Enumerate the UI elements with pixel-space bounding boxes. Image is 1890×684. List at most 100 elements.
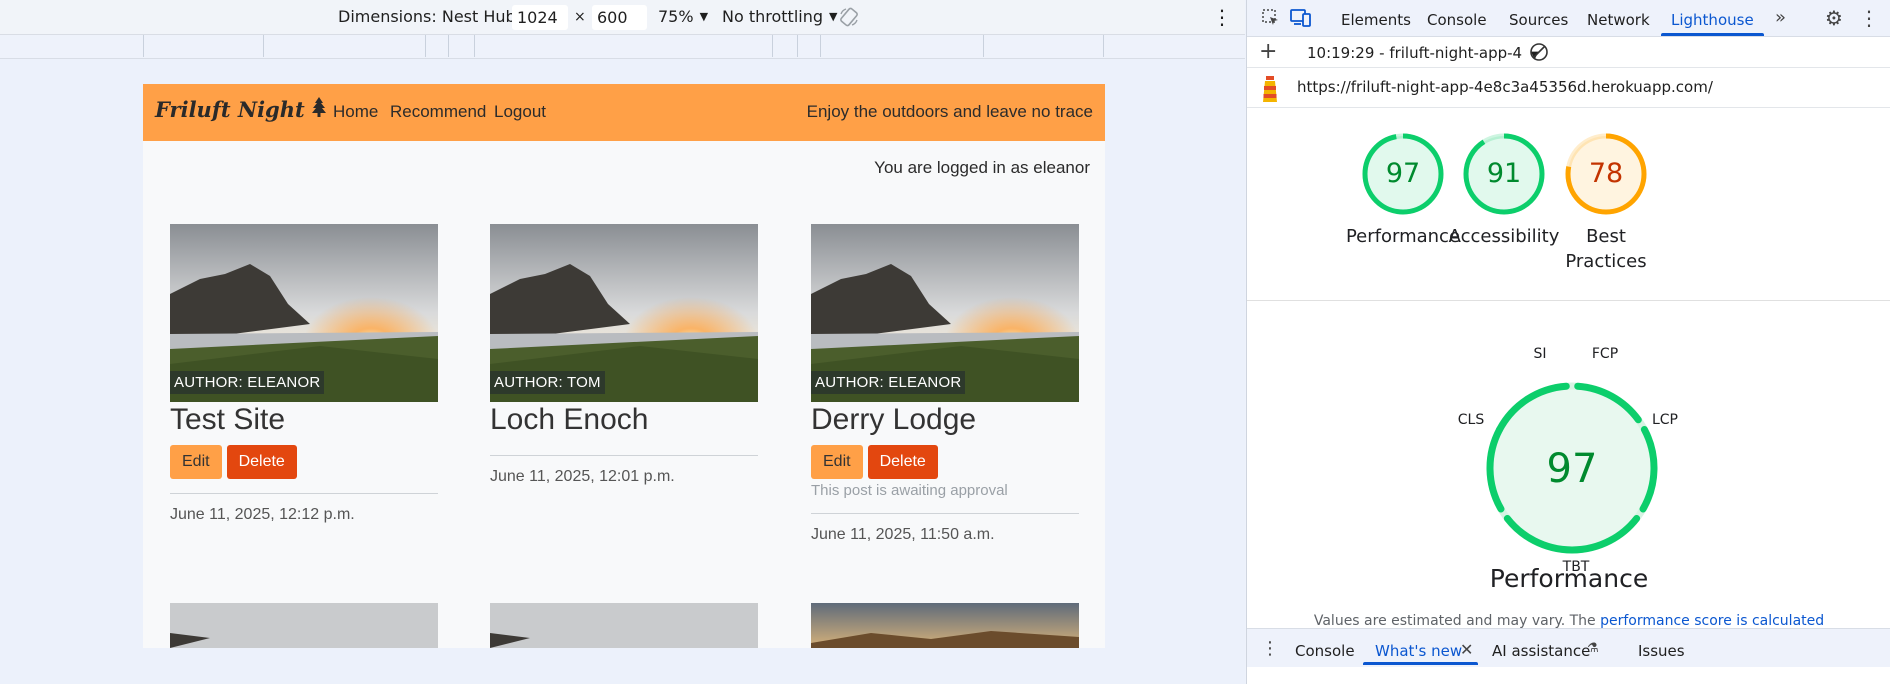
clear-icon[interactable] (1529, 42, 1549, 67)
score-note-text: Values are estimated and may vary. The (1313, 613, 1596, 628)
performance-gauge-chart: 97SI FCPLCPTBTCLS (1458, 346, 1678, 575)
tab-elements[interactable]: Elements (1341, 11, 1411, 29)
devtools-tabbar: Elements Console Sources Network Lightho… (1247, 0, 1890, 37)
post-image[interactable] (811, 603, 1079, 648)
rotate-icon[interactable] (838, 6, 860, 28)
divider (490, 455, 758, 456)
post-image[interactable]: AUTHOR: ELEANOR (811, 224, 1079, 402)
tab-console[interactable]: Console (1427, 11, 1487, 29)
inspect-element-icon[interactable] (1261, 8, 1281, 33)
post-image[interactable]: AUTHOR: ELEANOR (170, 224, 438, 402)
author-badge: AUTHOR: TOM (490, 371, 605, 394)
audited-url[interactable]: https://friluft-night-app-4e8c3a45356d.h… (1297, 78, 1713, 96)
ruler-mark (772, 35, 773, 57)
drawer-tab-whats-new[interactable]: What's new (1375, 642, 1462, 660)
more-options-icon[interactable]: ⋮ (1212, 5, 1232, 29)
device-emulation-area: Dimensions: Nest Hub ▼ 1024 × 600 75% ▼ … (0, 0, 1245, 684)
settings-gear-icon[interactable]: ⚙ (1825, 6, 1843, 30)
active-tab-indicator (1661, 33, 1764, 36)
edit-button[interactable]: Edit (811, 445, 863, 479)
ruler-mark (448, 35, 449, 57)
nav-home-link[interactable]: Home (333, 102, 378, 122)
drawer-content (1247, 667, 1890, 684)
width-input[interactable]: 1024 (512, 5, 568, 30)
score-calculation-link[interactable]: performance score is calculated (1600, 613, 1824, 628)
section-divider (1247, 300, 1890, 301)
devtools-drawer: ⋮ Console What's new ✕ AI assistance ⚗ I… (1247, 628, 1890, 684)
edit-button[interactable]: Edit (170, 445, 222, 479)
post-image[interactable]: AUTHOR: TOM (490, 224, 758, 402)
plus-icon[interactable]: + (1259, 39, 1277, 64)
approval-status: This post is awaiting approval (811, 482, 1008, 499)
score-note: Values are estimated and may vary. The p… (1247, 613, 1890, 628)
site-navbar: Friluft Night Home Recommend Logout Enjo… (143, 84, 1105, 141)
tab-network[interactable]: Network (1587, 11, 1650, 29)
device-select[interactable]: Dimensions: Nest Hub ▼ (338, 7, 530, 26)
ruler-mark (474, 35, 475, 57)
lighthouse-icon (1259, 72, 1281, 108)
more-options-icon[interactable]: ⋮ (1883, 74, 1890, 98)
score-value: 78 (1588, 158, 1624, 189)
post-title[interactable]: Derry Lodge (811, 403, 1079, 443)
author-badge: AUTHOR: ELEANOR (811, 371, 966, 394)
media-query-ruler (0, 35, 1245, 59)
author-badge: AUTHOR: ELEANOR (170, 371, 325, 394)
ruler-mark (425, 35, 426, 57)
metric-label: LCP (1652, 412, 1678, 428)
delete-button[interactable]: Delete (226, 445, 297, 479)
metric-label: CLS (1458, 412, 1485, 428)
device-select-label: Dimensions: Nest Hub (338, 7, 516, 26)
device-toolbar: Dimensions: Nest Hub ▼ 1024 × 600 75% ▼ … (0, 0, 1245, 35)
post-date: June 11, 2025, 11:50 a.m. (811, 526, 995, 543)
tab-lighthouse[interactable]: Lighthouse (1671, 11, 1754, 29)
delete-button[interactable]: Delete (867, 445, 938, 479)
report-selector-label: 10:19:29 - friluft-night-app-4 (1307, 44, 1523, 62)
login-status: You are logged in as eleanor (874, 158, 1090, 177)
tree-icon (311, 97, 327, 122)
lighthouse-toolbar: + 10:19:29 - friluft-night-app-4 ▼ (1247, 37, 1890, 68)
gauge-value: 97 (1547, 446, 1598, 492)
emulated-page: Friluft Night Home Recommend Logout Enjo… (143, 84, 1105, 648)
score-gauge[interactable]: 78 Best Practices (1531, 132, 1681, 274)
post-card: AUTHOR: TOM Loch Enoch June 11, 2025, 12… (490, 224, 758, 486)
drawer-tab-ai-assistance[interactable]: AI assistance (1492, 642, 1590, 660)
drawer-tab-console[interactable]: Console (1295, 642, 1355, 660)
zoom-label: 75% (658, 7, 694, 26)
more-tabs-icon[interactable]: » (1775, 7, 1786, 28)
ruler-mark (263, 35, 264, 57)
post-image[interactable] (170, 603, 438, 648)
chevron-down-icon: ▼ (699, 10, 709, 23)
brand-logo[interactable]: Friluft Night (155, 97, 327, 122)
ruler-mark (820, 35, 821, 57)
score-ring: 78 (1564, 132, 1648, 216)
post-title[interactable]: Test Site (170, 403, 438, 443)
height-input[interactable]: 600 (592, 5, 647, 30)
nav-logout-link[interactable]: Logout (494, 102, 546, 122)
performance-title: Performance (1489, 564, 1649, 593)
devtools-panel: Elements Console Sources Network Lightho… (1246, 0, 1890, 684)
drawer-menu-icon[interactable]: ⋮ (1261, 638, 1279, 659)
divider (811, 513, 1079, 514)
throttling-select[interactable]: No throttling ▼ (722, 7, 837, 26)
post-title[interactable]: Loch Enoch (490, 403, 758, 443)
drawer-tab-issues[interactable]: Issues (1638, 642, 1685, 660)
zoom-select[interactable]: 75% ▼ (658, 7, 708, 26)
post-image[interactable] (490, 603, 758, 648)
report-selector[interactable]: 10:19:29 - friluft-night-app-4 ▼ (1307, 44, 1539, 62)
throttling-label: No throttling (722, 7, 824, 26)
times-label: × (574, 9, 586, 25)
divider (170, 493, 438, 494)
chevron-down-icon: ▼ (829, 10, 838, 23)
tab-sources[interactable]: Sources (1509, 11, 1568, 29)
ruler-mark (797, 35, 798, 57)
nav-recommend-link[interactable]: Recommend (390, 102, 486, 122)
device-toggle-icon[interactable] (1290, 8, 1312, 33)
url-bar: https://friluft-night-app-4e8c3a45356d.h… (1247, 68, 1890, 108)
score-label: Best Practices (1565, 226, 1647, 272)
lighthouse-report: 97 Performance 91 Accessibility 78 Best Pract… (1247, 108, 1890, 628)
close-icon[interactable]: ✕ (1460, 640, 1473, 659)
more-options-icon[interactable]: ⋮ (1859, 6, 1879, 30)
flask-icon: ⚗ (1587, 641, 1599, 656)
metric-label: SI (1533, 346, 1546, 362)
ruler-mark (983, 35, 984, 57)
